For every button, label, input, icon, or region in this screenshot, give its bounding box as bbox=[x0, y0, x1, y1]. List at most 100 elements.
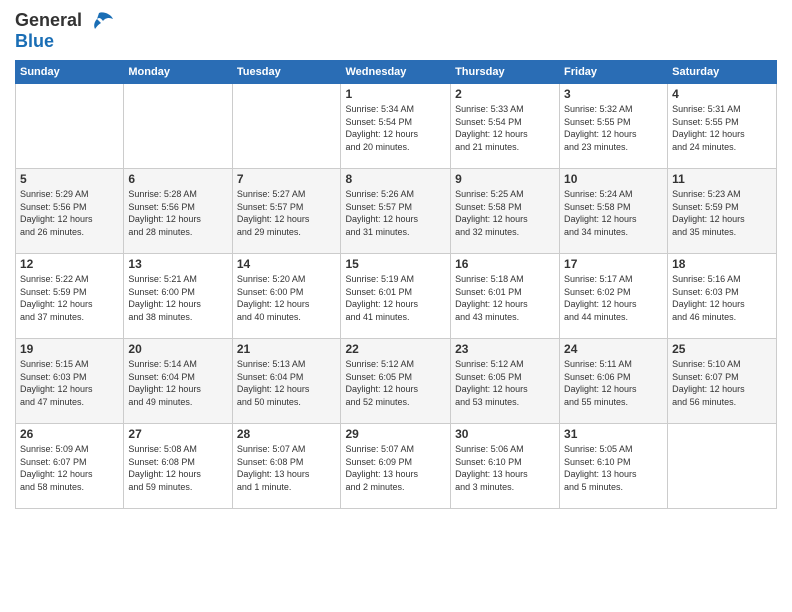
calendar-cell: 28 Sunrise: 5:07 AM Sunset: 6:08 PM Dayli… bbox=[232, 424, 341, 509]
calendar-cell bbox=[16, 84, 124, 169]
day-info: Sunrise: 5:17 AM Sunset: 6:02 PM Dayligh… bbox=[564, 273, 663, 323]
day-info: Sunrise: 5:15 AM Sunset: 6:03 PM Dayligh… bbox=[20, 358, 119, 408]
calendar-week-row: 26Sunrise: 5:09 AM Sunset: 6:07 PM Dayli… bbox=[16, 424, 777, 509]
weekday-header-saturday: Saturday bbox=[668, 61, 777, 84]
day-info: Sunrise: 5:34 AM Sunset: 5:54 PM Dayligh… bbox=[345, 103, 446, 153]
day-number: 8 bbox=[345, 172, 446, 186]
calendar-cell: 17Sunrise: 5:17 AM Sunset: 6:02 PM Dayli… bbox=[560, 254, 668, 339]
day-number: 12 bbox=[20, 257, 119, 271]
day-info: Sunrise: 5:22 AM Sunset: 5:59 PM Dayligh… bbox=[20, 273, 119, 323]
day-number: 20 bbox=[128, 342, 227, 356]
calendar-week-row: 1 Sunrise: 5:34 AM Sunset: 5:54 PM Daylig… bbox=[16, 84, 777, 169]
calendar-cell: 16 Sunrise: 5:18 AM Sunset: 6:01 PM Dayli… bbox=[451, 254, 560, 339]
day-info: Sunrise: 5:06 AM Sunset: 6:10 PM Dayligh… bbox=[455, 443, 555, 493]
weekday-header-friday: Friday bbox=[560, 61, 668, 84]
calendar-cell: 4Sunrise: 5:31 AM Sunset: 5:55 PM Daylig… bbox=[668, 84, 777, 169]
day-info: Sunrise: 5:07 AM Sunset: 6:08 PM Dayligh… bbox=[237, 443, 337, 493]
day-info: Sunrise: 5:26 AM Sunset: 5:57 PM Dayligh… bbox=[345, 188, 446, 238]
day-number: 7 bbox=[237, 172, 337, 186]
calendar-cell bbox=[232, 84, 341, 169]
day-number: 22 bbox=[345, 342, 446, 356]
day-number: 11 bbox=[672, 172, 772, 186]
calendar-cell: 27 Sunrise: 5:08 AM Sunset: 6:08 PM Dayli… bbox=[124, 424, 232, 509]
day-info: Sunrise: 5:16 AM Sunset: 6:03 PM Dayligh… bbox=[672, 273, 772, 323]
weekday-header-thursday: Thursday bbox=[451, 61, 560, 84]
day-info: Sunrise: 5:24 AM Sunset: 5:58 PM Dayligh… bbox=[564, 188, 663, 238]
day-info: Sunrise: 5:14 AM Sunset: 6:04 PM Dayligh… bbox=[128, 358, 227, 408]
day-info: Sunrise: 5:12 AM Sunset: 6:05 PM Dayligh… bbox=[455, 358, 555, 408]
logo-general-text: General bbox=[15, 10, 82, 31]
header: General Blue bbox=[15, 10, 777, 52]
calendar-cell: 15 Sunrise: 5:19 AM Sunset: 6:01 PM Dayli… bbox=[341, 254, 451, 339]
day-info: Sunrise: 5:31 AM Sunset: 5:55 PM Dayligh… bbox=[672, 103, 772, 153]
day-number: 23 bbox=[455, 342, 555, 356]
day-number: 2 bbox=[455, 87, 555, 101]
calendar-week-row: 19 Sunrise: 5:15 AM Sunset: 6:03 PM Dayli… bbox=[16, 339, 777, 424]
day-info: Sunrise: 5:32 AM Sunset: 5:55 PM Dayligh… bbox=[564, 103, 663, 153]
day-number: 15 bbox=[345, 257, 446, 271]
day-info: Sunrise: 5:05 AM Sunset: 6:10 PM Dayligh… bbox=[564, 443, 663, 493]
day-number: 16 bbox=[455, 257, 555, 271]
calendar-week-row: 5Sunrise: 5:29 AM Sunset: 5:56 PM Daylig… bbox=[16, 169, 777, 254]
day-number: 30 bbox=[455, 427, 555, 441]
calendar-cell: 8 Sunrise: 5:26 AM Sunset: 5:57 PM Daylig… bbox=[341, 169, 451, 254]
weekday-header-sunday: Sunday bbox=[16, 61, 124, 84]
calendar-cell bbox=[668, 424, 777, 509]
weekday-header-wednesday: Wednesday bbox=[341, 61, 451, 84]
logo: General Blue bbox=[15, 10, 113, 52]
calendar-cell: 7 Sunrise: 5:27 AM Sunset: 5:57 PM Daylig… bbox=[232, 169, 341, 254]
day-number: 13 bbox=[128, 257, 227, 271]
day-number: 28 bbox=[237, 427, 337, 441]
calendar-cell: 5Sunrise: 5:29 AM Sunset: 5:56 PM Daylig… bbox=[16, 169, 124, 254]
day-number: 1 bbox=[345, 87, 446, 101]
day-number: 18 bbox=[672, 257, 772, 271]
calendar-cell: 2Sunrise: 5:33 AM Sunset: 5:54 PM Daylig… bbox=[451, 84, 560, 169]
calendar-cell: 12 Sunrise: 5:22 AM Sunset: 5:59 PM Dayli… bbox=[16, 254, 124, 339]
calendar-cell: 6Sunrise: 5:28 AM Sunset: 5:56 PM Daylig… bbox=[124, 169, 232, 254]
calendar-cell: 1 Sunrise: 5:34 AM Sunset: 5:54 PM Daylig… bbox=[341, 84, 451, 169]
day-info: Sunrise: 5:08 AM Sunset: 6:08 PM Dayligh… bbox=[128, 443, 227, 493]
day-info: Sunrise: 5:23 AM Sunset: 5:59 PM Dayligh… bbox=[672, 188, 772, 238]
day-info: Sunrise: 5:09 AM Sunset: 6:07 PM Dayligh… bbox=[20, 443, 119, 493]
day-info: Sunrise: 5:18 AM Sunset: 6:01 PM Dayligh… bbox=[455, 273, 555, 323]
day-number: 9 bbox=[455, 172, 555, 186]
day-info: Sunrise: 5:21 AM Sunset: 6:00 PM Dayligh… bbox=[128, 273, 227, 323]
day-info: Sunrise: 5:28 AM Sunset: 5:56 PM Dayligh… bbox=[128, 188, 227, 238]
calendar-cell: 11 Sunrise: 5:23 AM Sunset: 5:59 PM Dayli… bbox=[668, 169, 777, 254]
calendar-week-row: 12 Sunrise: 5:22 AM Sunset: 5:59 PM Dayli… bbox=[16, 254, 777, 339]
calendar-cell: 29Sunrise: 5:07 AM Sunset: 6:09 PM Dayli… bbox=[341, 424, 451, 509]
calendar-cell: 23 Sunrise: 5:12 AM Sunset: 6:05 PM Dayli… bbox=[451, 339, 560, 424]
logo-blue-text: Blue bbox=[15, 31, 54, 51]
day-info: Sunrise: 5:27 AM Sunset: 5:57 PM Dayligh… bbox=[237, 188, 337, 238]
day-number: 10 bbox=[564, 172, 663, 186]
day-info: Sunrise: 5:07 AM Sunset: 6:09 PM Dayligh… bbox=[345, 443, 446, 493]
calendar-cell: 31Sunrise: 5:05 AM Sunset: 6:10 PM Dayli… bbox=[560, 424, 668, 509]
calendar-cell: 21Sunrise: 5:13 AM Sunset: 6:04 PM Dayli… bbox=[232, 339, 341, 424]
weekday-header-row: SundayMondayTuesdayWednesdayThursdayFrid… bbox=[16, 61, 777, 84]
logo-bird-icon bbox=[85, 11, 113, 31]
day-info: Sunrise: 5:25 AM Sunset: 5:58 PM Dayligh… bbox=[455, 188, 555, 238]
day-info: Sunrise: 5:10 AM Sunset: 6:07 PM Dayligh… bbox=[672, 358, 772, 408]
day-number: 25 bbox=[672, 342, 772, 356]
day-info: Sunrise: 5:19 AM Sunset: 6:01 PM Dayligh… bbox=[345, 273, 446, 323]
calendar-cell: 3Sunrise: 5:32 AM Sunset: 5:55 PM Daylig… bbox=[560, 84, 668, 169]
day-number: 19 bbox=[20, 342, 119, 356]
day-number: 24 bbox=[564, 342, 663, 356]
calendar-cell: 24 Sunrise: 5:11 AM Sunset: 6:06 PM Dayli… bbox=[560, 339, 668, 424]
calendar-cell: 25 Sunrise: 5:10 AM Sunset: 6:07 PM Dayli… bbox=[668, 339, 777, 424]
calendar-cell: 19 Sunrise: 5:15 AM Sunset: 6:03 PM Dayli… bbox=[16, 339, 124, 424]
calendar-cell: 20 Sunrise: 5:14 AM Sunset: 6:04 PM Dayli… bbox=[124, 339, 232, 424]
weekday-header-monday: Monday bbox=[124, 61, 232, 84]
calendar-cell: 18 Sunrise: 5:16 AM Sunset: 6:03 PM Dayli… bbox=[668, 254, 777, 339]
day-number: 14 bbox=[237, 257, 337, 271]
day-number: 27 bbox=[128, 427, 227, 441]
page: General Blue SundayMondayTuesdayWednesda… bbox=[0, 0, 792, 612]
calendar-table: SundayMondayTuesdayWednesdayThursdayFrid… bbox=[15, 60, 777, 509]
calendar-cell: 30 Sunrise: 5:06 AM Sunset: 6:10 PM Dayli… bbox=[451, 424, 560, 509]
day-info: Sunrise: 5:13 AM Sunset: 6:04 PM Dayligh… bbox=[237, 358, 337, 408]
calendar-cell bbox=[124, 84, 232, 169]
calendar-cell: 22Sunrise: 5:12 AM Sunset: 6:05 PM Dayli… bbox=[341, 339, 451, 424]
calendar-cell: 14Sunrise: 5:20 AM Sunset: 6:00 PM Dayli… bbox=[232, 254, 341, 339]
weekday-header-tuesday: Tuesday bbox=[232, 61, 341, 84]
day-info: Sunrise: 5:11 AM Sunset: 6:06 PM Dayligh… bbox=[564, 358, 663, 408]
